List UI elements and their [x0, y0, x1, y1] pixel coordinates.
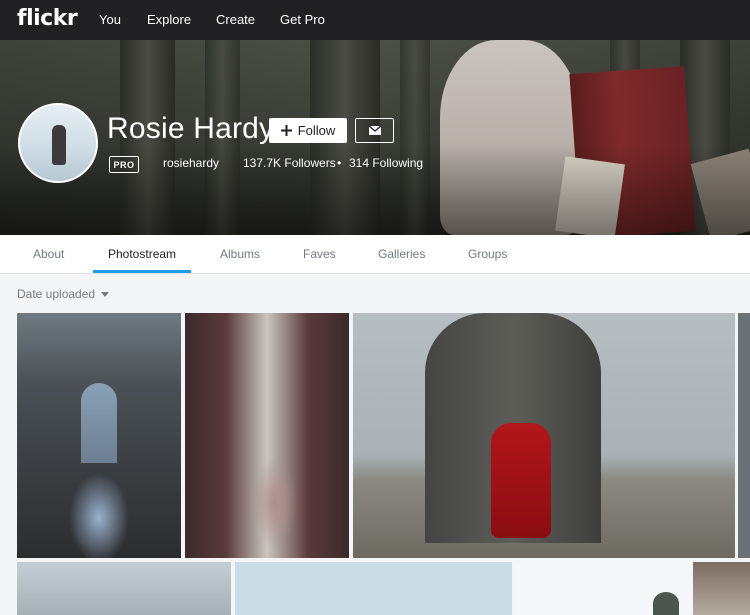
- followers-count[interactable]: 137.7K Followers: [243, 156, 336, 170]
- plus-icon: [280, 125, 292, 136]
- photo-thumbnail[interactable]: [185, 313, 349, 558]
- mail-icon: [368, 126, 381, 135]
- photo-detail: [491, 423, 551, 538]
- caret-down-icon: [101, 292, 110, 298]
- photo-thumbnail[interactable]: [235, 562, 512, 615]
- following-count[interactable]: 314 Following: [349, 156, 423, 170]
- follow-button-label: Follow: [297, 123, 336, 138]
- sort-dropdown-label: Date uploaded: [17, 287, 96, 301]
- tab-groups[interactable]: Groups: [468, 247, 507, 261]
- follow-button[interactable]: Follow: [269, 118, 347, 143]
- photo-thumbnail[interactable]: [693, 562, 750, 615]
- photo-thumbnail[interactable]: [17, 313, 181, 558]
- pro-badge: PRO: [109, 156, 139, 173]
- active-tab-indicator: [93, 270, 191, 273]
- photo-thumbnail[interactable]: [738, 313, 750, 558]
- photo-detail: [81, 383, 117, 463]
- flickr-logo[interactable]: flickr: [17, 6, 78, 31]
- nav-link-get-pro[interactable]: Get Pro: [280, 12, 325, 27]
- photo-thumbnail[interactable]: [516, 562, 690, 615]
- photo-thumbnail[interactable]: [17, 562, 231, 615]
- avatar-figure: [52, 125, 66, 165]
- profile-name: Rosie Hardy: [107, 112, 275, 145]
- avatar[interactable]: [18, 103, 98, 183]
- username: rosiehardy: [163, 156, 220, 170]
- separator-dot: •: [337, 156, 342, 170]
- sort-dropdown[interactable]: Date uploaded: [17, 287, 110, 301]
- nav-link-create[interactable]: Create: [216, 12, 255, 27]
- tab-albums[interactable]: Albums: [220, 247, 260, 261]
- nav-link-you[interactable]: You: [99, 12, 121, 27]
- tab-faves[interactable]: Faves: [303, 247, 336, 261]
- photo-thumbnail[interactable]: [353, 313, 735, 558]
- top-nav: flickr You Explore Create Get Pro: [0, 0, 750, 40]
- tab-galleries[interactable]: Galleries: [378, 247, 425, 261]
- message-button[interactable]: [355, 118, 394, 143]
- tab-photostream[interactable]: Photostream: [108, 247, 176, 261]
- profile-tabs: About Photostream Albums Faves Galleries…: [0, 235, 750, 274]
- nav-link-explore[interactable]: Explore: [147, 12, 191, 27]
- tab-about[interactable]: About: [33, 247, 64, 261]
- photo-detail: [653, 592, 679, 615]
